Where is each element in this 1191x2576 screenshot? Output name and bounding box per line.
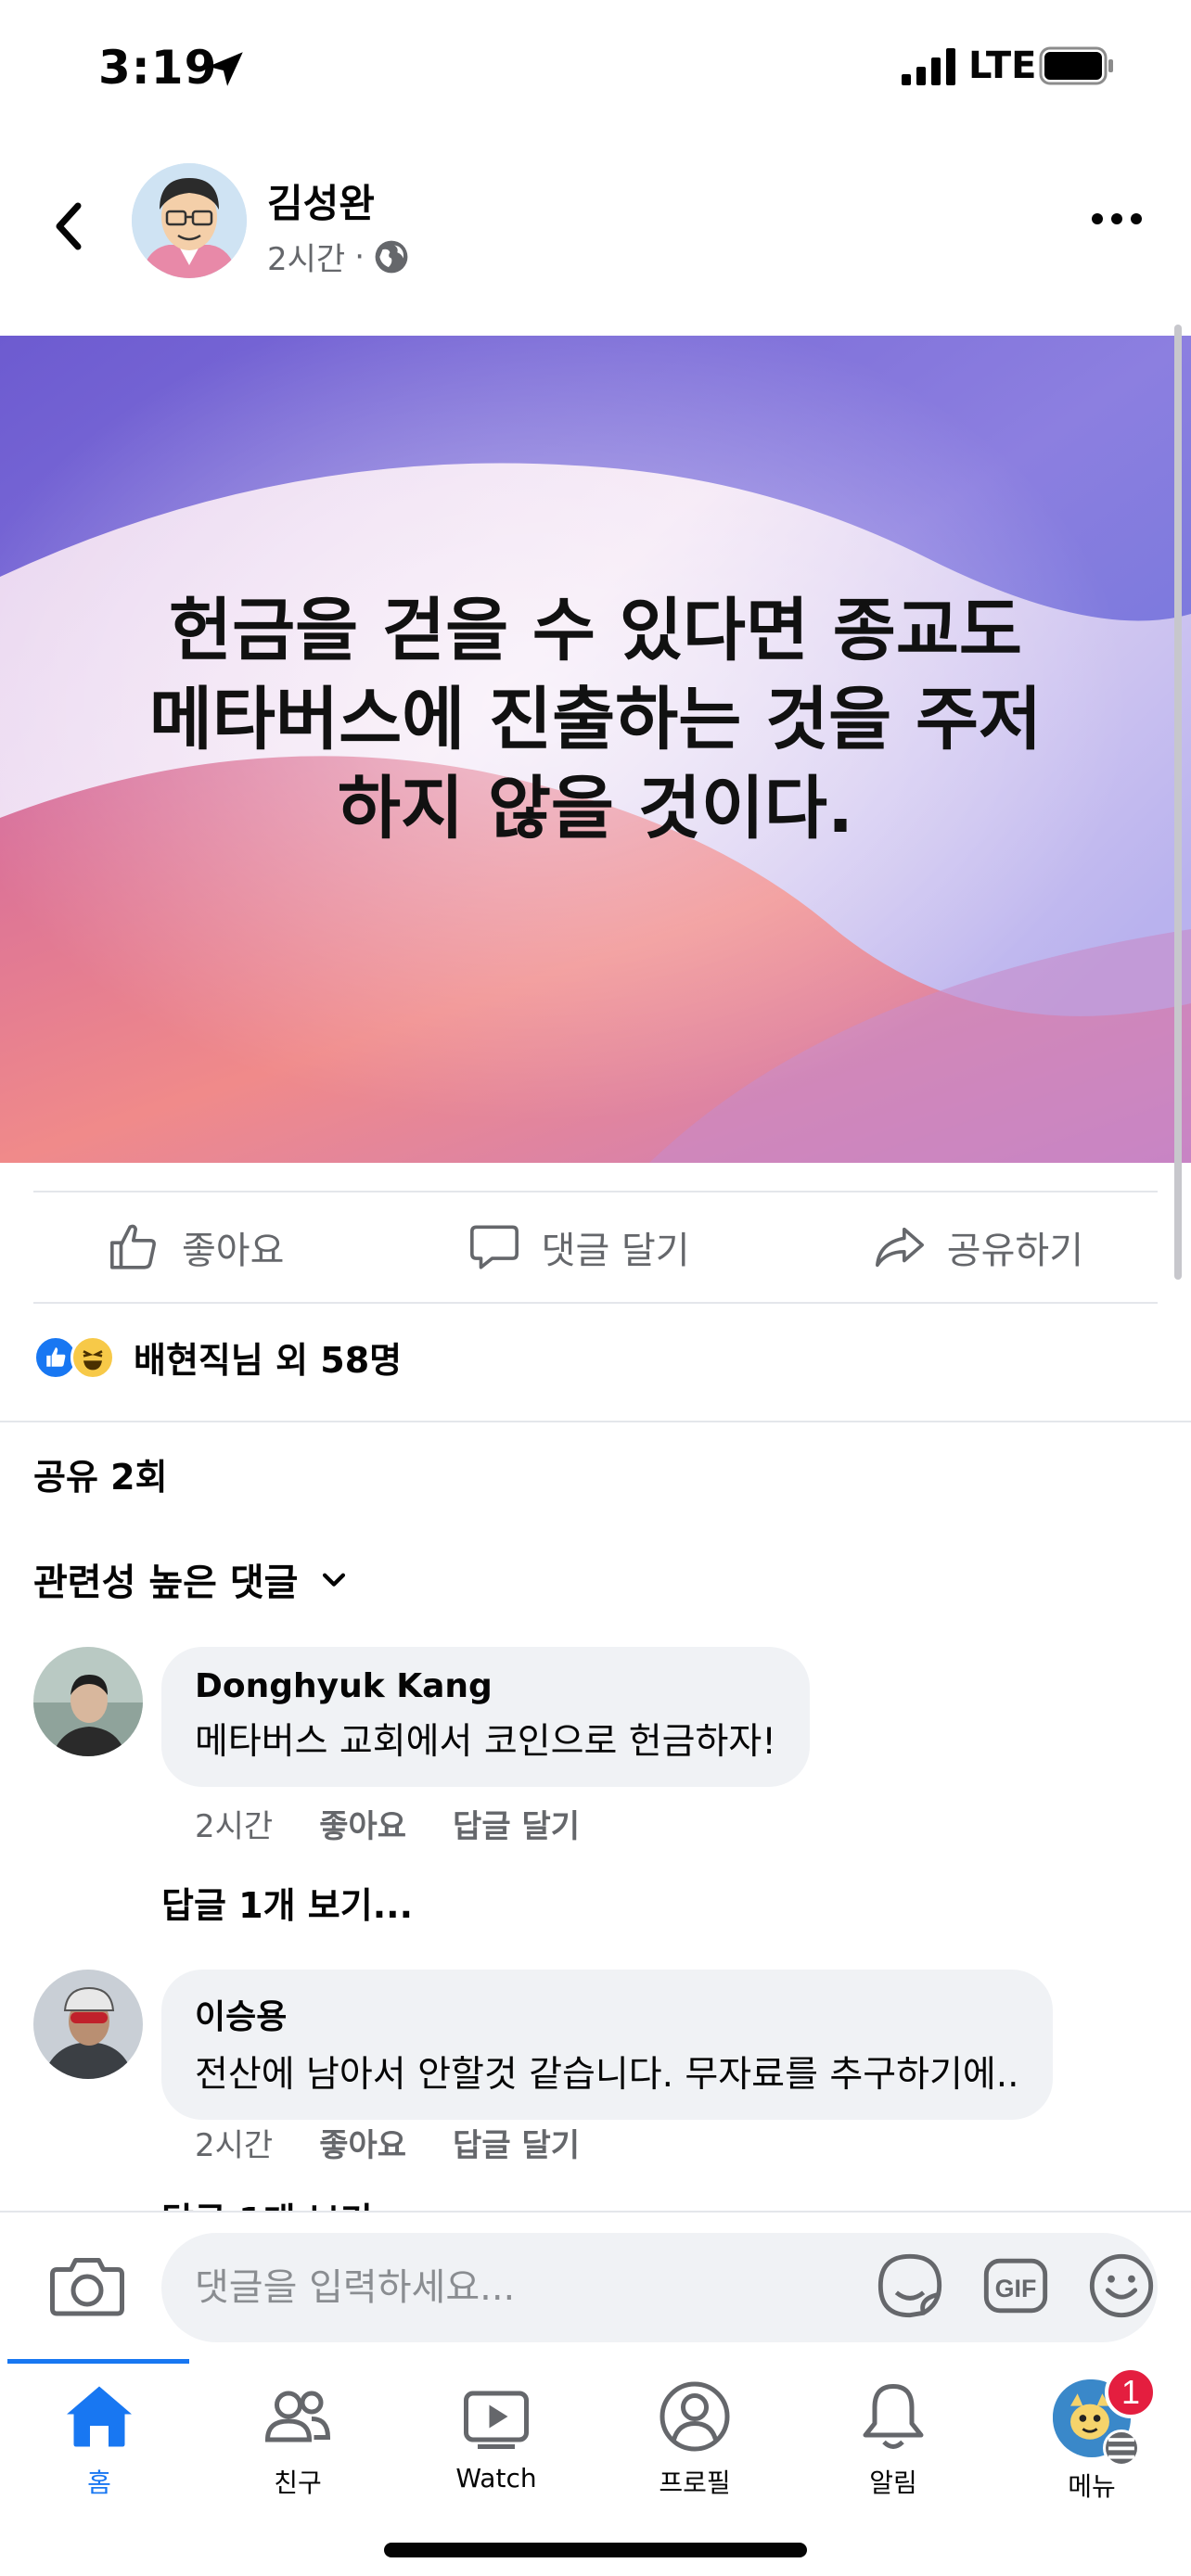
nav-home[interactable]: 홈 <box>0 2379 198 2519</box>
chevron-down-icon <box>323 1573 346 1587</box>
share-label: 공유하기 <box>946 1230 1083 1272</box>
comment-meta: 2시간 좋아요 답글 달기 <box>195 1801 580 1846</box>
comment-item: 이승용 전산에 남아서 안할것 같습니다. 무자료를 추구하기에.. 2시간 좋… <box>33 1970 1146 2248</box>
nav-friends[interactable]: 친구 <box>198 2379 397 2519</box>
reactions-text: 배현직님 외 58명 <box>134 1340 403 1381</box>
comment-bubble[interactable]: 이승용 전산에 남아서 안할것 같습니다. 무자료를 추구하기에.. <box>161 1970 1053 2120</box>
status-bar: 3:19 LTE <box>0 0 1191 139</box>
comment-bubble[interactable]: Donghyuk Kang 메타버스 교회에서 코인으로 헌금하자! <box>161 1647 810 1787</box>
post-meta: 2시간 · <box>267 234 409 279</box>
network-label: LTE <box>968 45 1037 87</box>
commenter-avatar[interactable] <box>33 1647 143 1756</box>
comment-button[interactable]: 댓글 달기 <box>467 1220 690 1274</box>
post-text-line: 헌금을 걷을 수 있다면 종교도 <box>168 591 1022 670</box>
post-text: 헌금을 걷을 수 있다면 종교도 메타버스에 진출하는 것을 주저 하지 않을 … <box>56 586 1135 853</box>
comment-label: 댓글 달기 <box>541 1230 690 1272</box>
post-action-bar: 좋아요 댓글 달기 공유하기 <box>33 1192 1158 1302</box>
menu-avatar: 1 <box>1053 2366 1157 2467</box>
share-button[interactable]: 공유하기 <box>873 1220 1083 1274</box>
comment-like-button[interactable]: 좋아요 <box>319 1801 406 1846</box>
signal-icon <box>902 48 955 85</box>
comment-reply-button[interactable]: 답글 달기 <box>453 1801 580 1846</box>
nav-notifications[interactable]: 알림 <box>794 2379 992 2519</box>
nav-label: 알림 <box>869 2468 917 2498</box>
camera-icon[interactable] <box>50 2253 124 2318</box>
battery-icon <box>1039 46 1113 85</box>
globe-icon <box>375 240 408 273</box>
back-button[interactable] <box>41 189 96 263</box>
comment-author[interactable]: Donghyuk Kang <box>195 1667 776 1705</box>
bottom-navigation: 홈 친구 Watch 프로필 알림 1 메뉴 <box>0 2359 1191 2576</box>
comment-composer: GIF <box>0 2211 1191 2359</box>
chevron-left-icon <box>56 202 82 250</box>
post-time[interactable]: 2시간 <box>267 234 345 279</box>
author-name[interactable]: 김성완 <box>267 172 375 229</box>
bell-icon <box>863 2384 924 2449</box>
divider <box>0 1421 1191 1422</box>
nav-label: 프로필 <box>659 2468 731 2498</box>
comment-bubble-icon <box>469 1225 519 1269</box>
comment-item: Donghyuk Kang 메타버스 교회에서 코인으로 헌금하자! 2시간 좋… <box>33 1647 1146 1928</box>
svg-text:GIF: GIF <box>995 2275 1037 2302</box>
thumbs-up-icon <box>110 1224 156 1269</box>
more-options-button[interactable] <box>1083 200 1150 237</box>
comment-time: 2시간 <box>195 1808 274 1845</box>
person-photo-icon <box>33 1970 143 2079</box>
post-header: 김성완 2시간 · <box>0 148 1191 334</box>
nav-profile[interactable]: 프로필 <box>596 2379 794 2519</box>
active-tab-indicator <box>7 2359 189 2364</box>
status-time: 3:19 <box>98 41 218 95</box>
home-indicator[interactable] <box>384 2543 807 2557</box>
watch-icon <box>464 2391 529 2449</box>
menu-hamburger-icon <box>1103 2429 1140 2467</box>
location-arrow-icon <box>208 52 243 86</box>
post-text-line: 하지 않을 것이다. <box>337 769 854 848</box>
person-photo-icon <box>33 1647 143 1756</box>
meta-separator: · <box>354 237 365 275</box>
nav-label: 홈 <box>87 2468 111 2498</box>
comment-time: 2시간 <box>195 2127 274 2164</box>
cartoon-face-icon <box>132 163 247 278</box>
comment-reply-button[interactable]: 답글 달기 <box>453 2120 580 2165</box>
share-count[interactable]: 공유 2회 <box>33 1448 168 1499</box>
nav-menu[interactable]: 1 메뉴 <box>992 2366 1191 2519</box>
emoji-icon[interactable] <box>1085 2250 1158 2322</box>
scrollbar[interactable] <box>1174 325 1182 1280</box>
sticker-icon[interactable] <box>874 2250 946 2322</box>
comment-text: 메타버스 교회에서 코인으로 헌금하자! <box>195 1721 776 1763</box>
divider <box>33 1302 1158 1304</box>
author-avatar[interactable] <box>132 163 247 278</box>
gif-icon[interactable]: GIF <box>980 2250 1052 2322</box>
view-replies-link[interactable]: 답글 1개 보기... <box>161 1877 413 1928</box>
post-text-line: 메타버스에 진출하는 것을 주저 <box>148 680 1043 759</box>
profile-icon <box>660 2381 730 2452</box>
commenter-avatar[interactable] <box>33 1970 143 2079</box>
home-icon <box>67 2386 132 2447</box>
nav-label: 친구 <box>274 2468 322 2498</box>
comment-author[interactable]: 이승용 <box>195 1990 1019 2038</box>
share-arrow-icon <box>875 1227 924 1268</box>
comment-text: 전산에 남아서 안할것 같습니다. 무자료를 추구하기에.. <box>195 2054 1019 2096</box>
like-button[interactable]: 좋아요 <box>108 1220 284 1274</box>
comment-meta: 2시간 좋아요 답글 달기 <box>195 2120 580 2165</box>
haha-reaction-icon <box>70 1334 115 1380</box>
nav-watch[interactable]: Watch <box>397 2379 596 2519</box>
like-label: 좋아요 <box>182 1230 285 1272</box>
composer-tools: GIF <box>874 2250 1158 2322</box>
comment-like-button[interactable]: 좋아요 <box>319 2120 406 2165</box>
more-dots-icon <box>1092 213 1142 224</box>
post-text-card[interactable]: 헌금을 걷을 수 있다면 종교도 메타버스에 진출하는 것을 주저 하지 않을 … <box>0 336 1191 1163</box>
friends-icon <box>264 2391 331 2442</box>
reactions-summary[interactable]: 배현직님 외 58명 <box>33 1332 402 1383</box>
sort-label: 관련성 높은 댓글 <box>33 1562 299 1604</box>
comment-sort-dropdown[interactable]: 관련성 높은 댓글 <box>33 1552 350 1606</box>
nav-label: Watch <box>455 2463 537 2493</box>
